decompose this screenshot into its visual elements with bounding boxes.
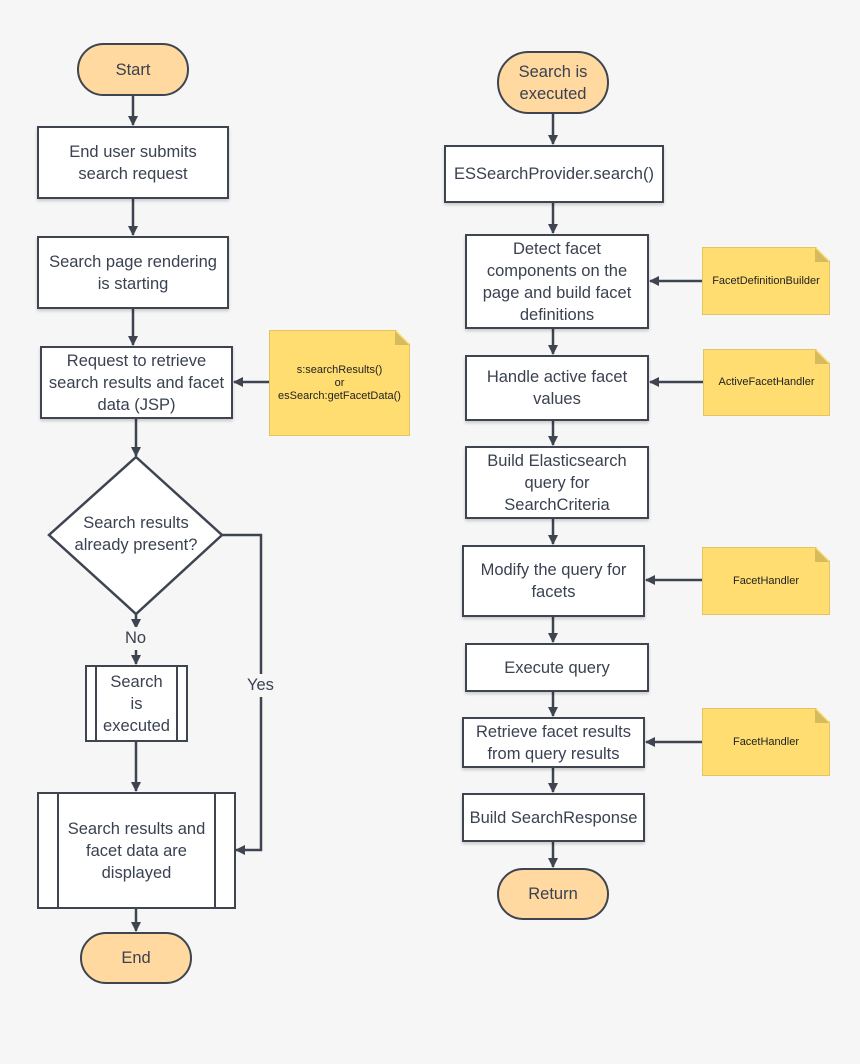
note-text: s:searchResults() or esSearch:getFacetDa… — [278, 363, 401, 402]
subprocess-bar — [57, 794, 59, 907]
modify-query-step: Modify the query for facets — [462, 545, 645, 617]
results-displayed-step: Search results and facet data are displa… — [37, 792, 236, 909]
decision-text: Search results already present? — [74, 514, 198, 554]
build-response-step: Build SearchResponse — [462, 793, 645, 842]
yes-label: Yes — [247, 674, 274, 697]
note-text: ActiveFacetHandler — [718, 376, 815, 388]
detect-facets-step: Detect facet components on the page and … — [465, 234, 649, 329]
provider-search-step: ESSearchProvider.search() — [444, 145, 664, 203]
return-terminal: Return — [497, 868, 609, 920]
facet-handler-note: FacetHandler — [702, 547, 830, 615]
page-rendering-step: Search page rendering is starting — [37, 236, 229, 309]
submit-request-step: End user submits search request — [37, 126, 229, 199]
facet-definition-builder-note: FacetDefinitionBuilder — [702, 247, 830, 315]
subprocess-bar — [176, 667, 178, 740]
execute-query-step: Execute query — [465, 643, 649, 692]
jsp-tags-note: s:searchResults() or esSearch:getFacetDa… — [269, 330, 410, 436]
note-text: FacetDefinitionBuilder — [712, 274, 820, 287]
note-text: FacetHandler — [732, 735, 800, 748]
active-facets-step: Handle active facet values — [465, 355, 649, 421]
no-label: No — [125, 627, 147, 650]
retrieve-request-step: Request to retrieve search results and f… — [40, 346, 233, 419]
facet-handler-note-2: FacetHandler — [702, 708, 830, 776]
subprocess-text: Search is executed — [103, 672, 170, 735]
build-query-step: Build Elasticsearch query for SearchCrit… — [465, 446, 649, 519]
end-terminal: End — [80, 932, 192, 984]
active-facet-handler-note: ActiveFacetHandler — [703, 349, 830, 416]
subprocess-bar — [214, 794, 216, 907]
retrieve-facets-step: Retrieve facet results from query result… — [462, 717, 645, 768]
search-executed-terminal: Search is executed — [497, 51, 609, 114]
note-text: FacetHandler — [732, 574, 800, 587]
search-executed-subprocess: Search is executed — [85, 665, 188, 742]
subprocess-bar — [95, 667, 97, 740]
start-terminal: Start — [77, 43, 189, 96]
display-text: Search results and facet data are displa… — [67, 819, 206, 882]
